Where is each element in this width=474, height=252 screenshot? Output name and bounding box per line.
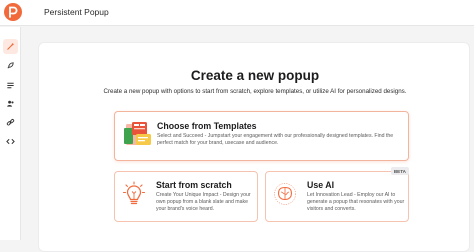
magic-wand-icon xyxy=(7,42,15,50)
ai-card-title: Use AI xyxy=(307,180,335,190)
top-bar: Persistent Popup xyxy=(0,0,474,26)
code-icon xyxy=(6,138,15,145)
templates-icon xyxy=(124,122,151,145)
app-title: Persistent Popup xyxy=(44,7,109,17)
sidebar xyxy=(0,27,21,240)
sidebar-item-list[interactable] xyxy=(3,78,18,93)
ai-card-description: Let Innovation Lead - Employ our AI to g… xyxy=(307,192,405,213)
scratch-card-title: Start from scratch xyxy=(156,180,232,190)
sidebar-item-audience[interactable] xyxy=(3,96,18,111)
choose-templates-card[interactable]: Choose from Templates Select and Succeed… xyxy=(114,111,409,161)
link-icon xyxy=(6,119,15,126)
lightbulb-icon xyxy=(123,181,145,205)
app-logo-icon[interactable] xyxy=(4,3,22,21)
start-from-scratch-card[interactable]: Start from scratch Create Your Unique Im… xyxy=(114,171,258,222)
sidebar-item-code[interactable] xyxy=(3,134,18,149)
scratch-card-description: Create Your Unique Impact - Design your … xyxy=(156,192,251,213)
list-icon xyxy=(7,82,14,89)
ai-brain-icon xyxy=(274,183,296,205)
page-subtitle: Create a new popup with options to start… xyxy=(103,88,407,95)
rocket-icon xyxy=(7,62,14,69)
beta-badge: BETA xyxy=(390,167,409,175)
create-popup-panel: Create a new popup Create a new popup wi… xyxy=(38,42,470,252)
templates-card-description: Select and Succeed - Jumpstart your enga… xyxy=(157,133,394,147)
page-title: Create a new popup xyxy=(190,68,320,83)
use-ai-card[interactable]: BETA Use AI Let Innovation Lead - Employ… xyxy=(265,167,409,222)
sidebar-item-launch[interactable] xyxy=(3,58,18,73)
templates-card-title: Choose from Templates xyxy=(157,121,257,131)
sidebar-item-links[interactable] xyxy=(3,115,18,130)
sidebar-item-create[interactable] xyxy=(3,39,18,54)
users-icon xyxy=(7,100,14,107)
